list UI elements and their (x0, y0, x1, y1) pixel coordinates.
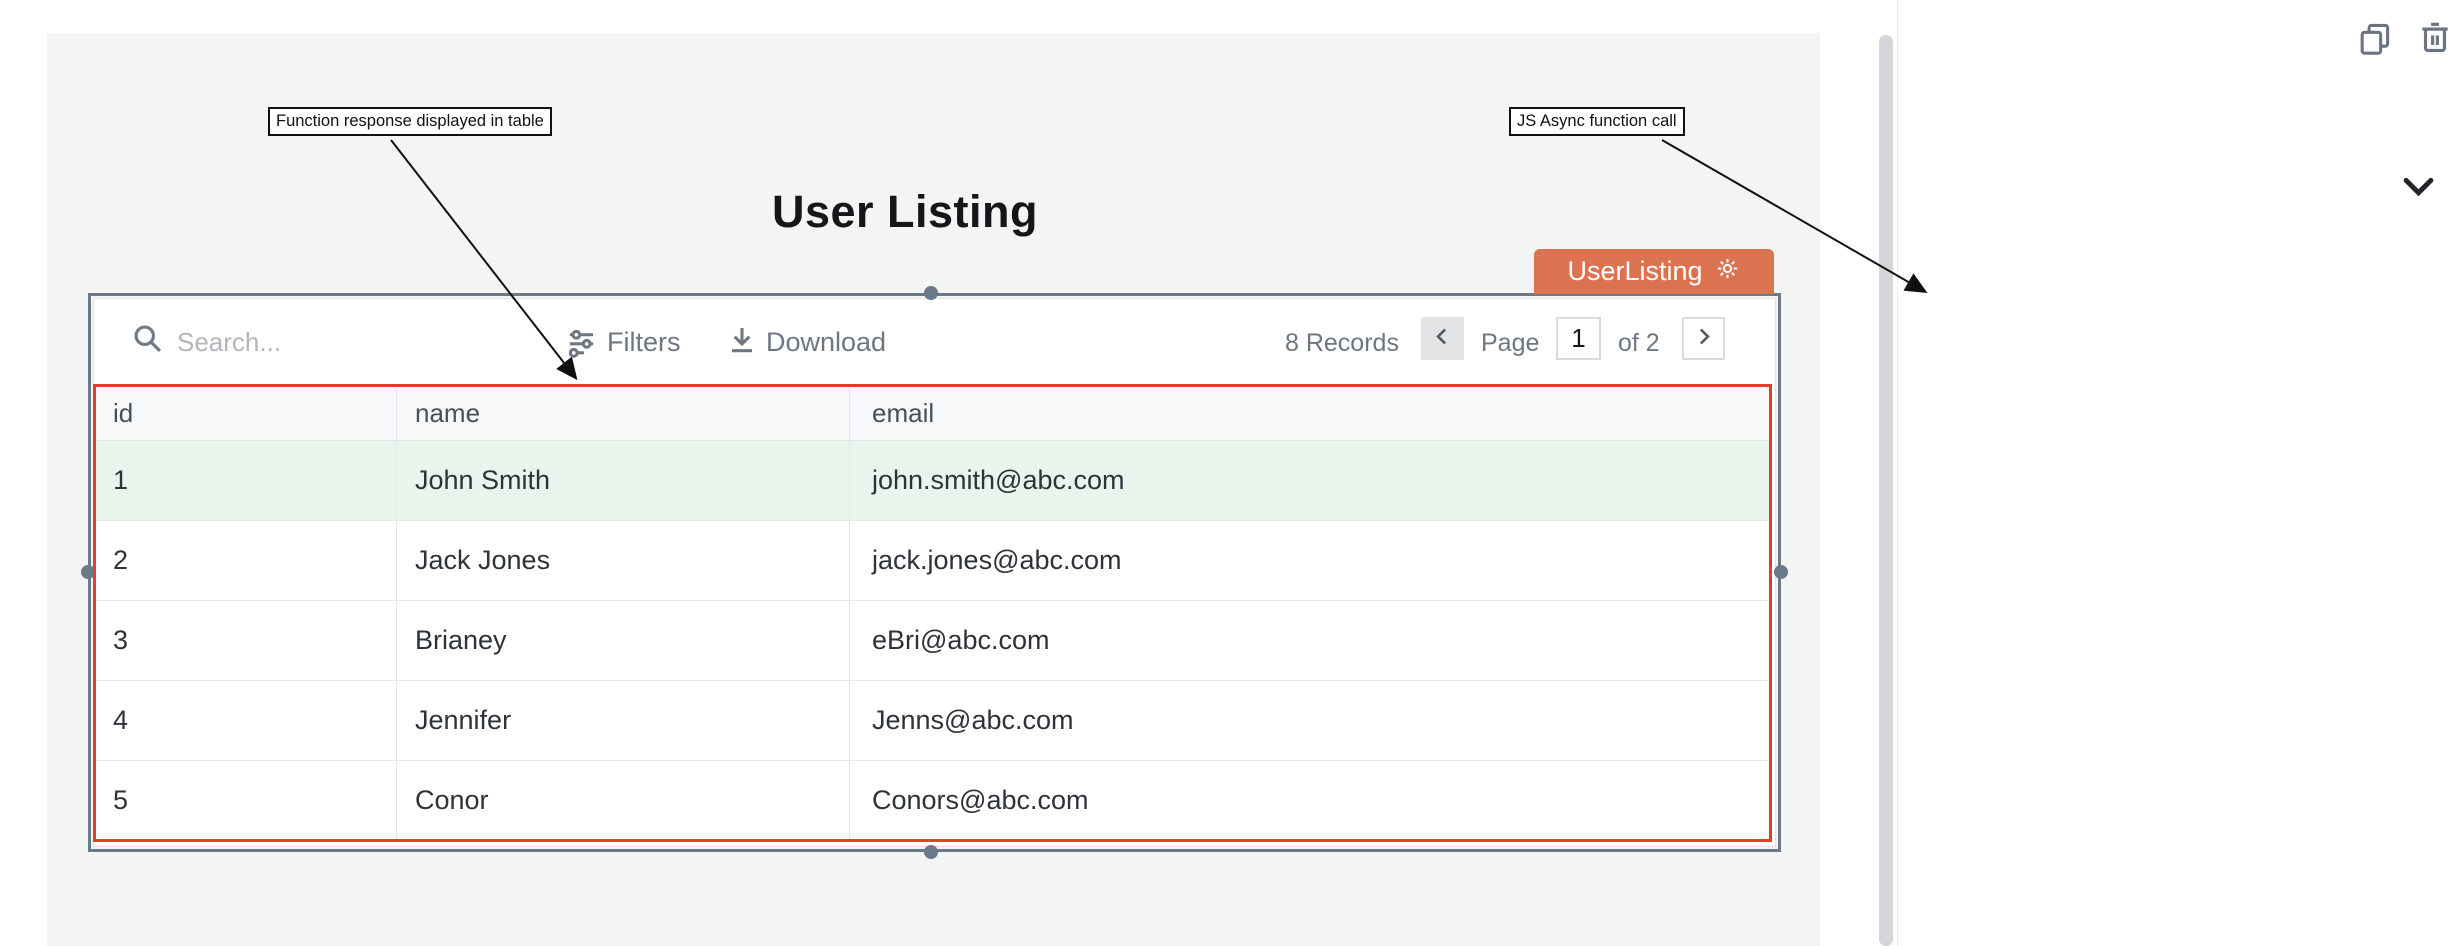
search-input[interactable]: Search... (177, 327, 281, 358)
drag-handle-left[interactable] (81, 565, 95, 579)
page-total: of 2 (1618, 329, 1660, 358)
drag-handle-top[interactable] (924, 286, 938, 300)
row-divider (93, 600, 1772, 601)
cell-email: Jenns@abc.com (872, 705, 1074, 736)
canvas-scrollbar[interactable] (1879, 35, 1893, 946)
section-collapse-chevron-icon[interactable] (2402, 176, 2435, 203)
property-panel (1897, 0, 2460, 946)
page-next-button[interactable] (1682, 317, 1725, 360)
download-icon (726, 324, 758, 361)
chevron-left-icon (1432, 326, 1453, 352)
records-count: 8 Records (1285, 329, 1399, 358)
cell-email: eBri@abc.com (872, 625, 1049, 656)
copy-widget-icon[interactable] (2356, 20, 2393, 62)
column-header-name[interactable]: name (415, 398, 480, 429)
delete-widget-icon[interactable] (2416, 18, 2454, 61)
cell-name: Brianey (415, 625, 507, 656)
row-divider (93, 760, 1772, 761)
page-title: User Listing (47, 186, 1763, 238)
search-icon (131, 322, 164, 360)
drag-handle-right[interactable] (1774, 565, 1788, 579)
download-button[interactable]: Download (766, 327, 886, 358)
annotation-left: Function response displayed in table (268, 107, 552, 136)
page-number-input[interactable]: 1 (1556, 317, 1601, 360)
row-divider (93, 680, 1772, 681)
cell-name: Conor (415, 785, 489, 816)
gear-icon[interactable] (1714, 255, 1741, 289)
column-divider (396, 384, 397, 842)
widget-badge-label: UserListing (1567, 256, 1702, 287)
cell-id: 3 (113, 625, 128, 656)
cell-name: John Smith (415, 465, 550, 496)
cell-id: 4 (113, 705, 128, 736)
row-divider (93, 520, 1772, 521)
cell-name: Jack Jones (415, 545, 550, 576)
cell-id: 1 (113, 465, 128, 496)
column-header-id[interactable]: id (113, 398, 133, 429)
annotation-right: JS Async function call (1509, 107, 1685, 136)
filters-icon (566, 327, 597, 363)
cell-name: Jennifer (415, 705, 511, 736)
column-divider (849, 384, 850, 842)
page-label: Page (1481, 329, 1539, 358)
filters-button[interactable]: Filters (607, 327, 681, 358)
cell-id: 2 (113, 545, 128, 576)
widget-name-badge[interactable]: UserListing (1534, 249, 1774, 294)
cell-id: 5 (113, 785, 128, 816)
page-prev-button[interactable] (1421, 317, 1464, 360)
drag-handle-bottom[interactable] (924, 845, 938, 859)
chevron-right-icon (1693, 326, 1714, 352)
cell-email: john.smith@abc.com (872, 465, 1125, 496)
cell-email: Conors@abc.com (872, 785, 1089, 816)
column-header-email[interactable]: email (872, 398, 934, 429)
cell-email: jack.jones@abc.com (872, 545, 1122, 576)
